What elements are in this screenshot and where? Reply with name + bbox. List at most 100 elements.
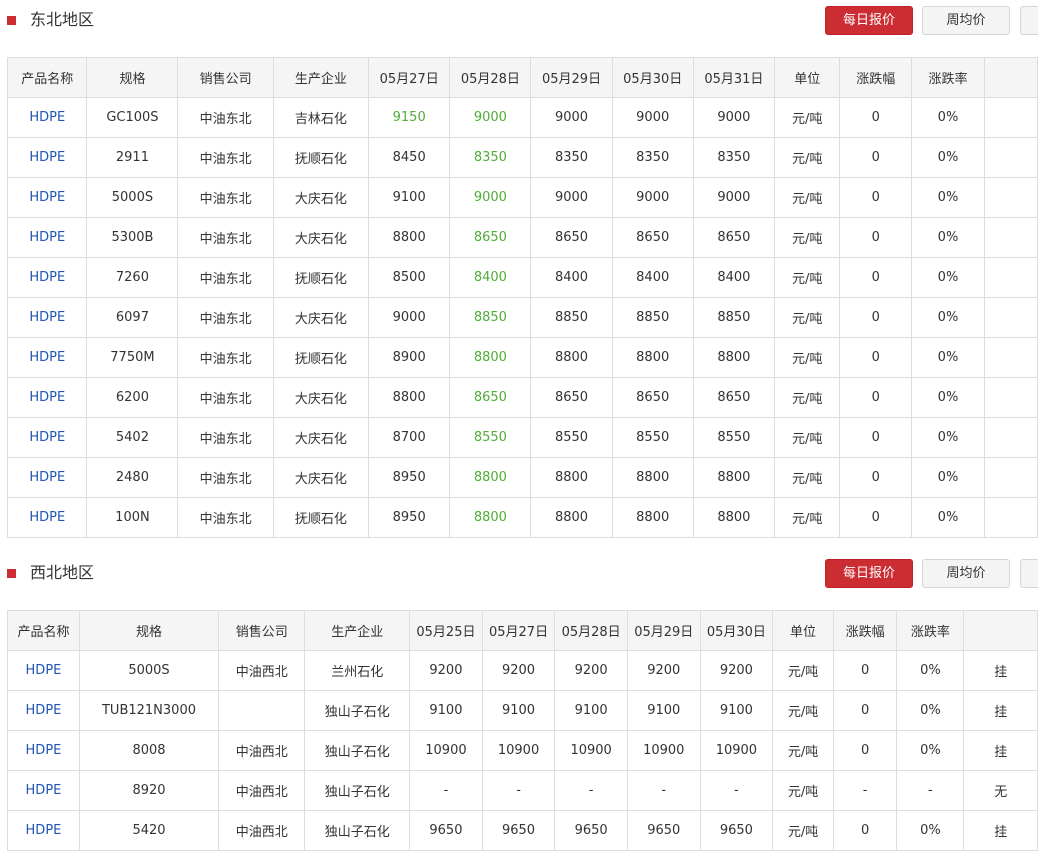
price-cell: 8450 xyxy=(368,137,451,178)
price-cell: 8850 xyxy=(692,297,775,338)
product-name-cell[interactable]: HDPE xyxy=(6,257,88,298)
price-cell: 9200 xyxy=(409,650,483,691)
price-cell: 9100 xyxy=(481,690,556,731)
price-cell: 9650 xyxy=(699,810,774,851)
daily-quote-button[interactable]: 每日报价 xyxy=(825,6,913,35)
price-cell: - xyxy=(699,770,774,811)
column-header: 销售公司 xyxy=(218,610,306,651)
section-title: 西北地区 xyxy=(30,563,95,582)
price-cell: 9100 xyxy=(409,690,483,731)
price-cell: 9650 xyxy=(554,810,628,851)
extra-cell: 挂 xyxy=(963,730,1038,771)
producer-cell: 大庆石化 xyxy=(272,417,370,458)
price-cell: - xyxy=(409,770,483,811)
change-rate-cell: 0% xyxy=(911,337,985,378)
price-cell: 9200 xyxy=(481,650,556,691)
sales-company-cell: 中油西北 xyxy=(218,730,306,771)
price-cell: 8800 xyxy=(449,337,532,378)
table-row: HDPE TUB121N3000 独山子石化 9100 9100 9100 9100 9100… xyxy=(7,690,1038,731)
price-cell: 10900 xyxy=(409,730,483,771)
change-cell: 0 xyxy=(832,810,898,851)
product-name-cell[interactable]: HDPE xyxy=(7,730,80,771)
price-cell: 8650 xyxy=(530,217,613,258)
product-name-cell[interactable]: HDPE xyxy=(6,177,88,218)
product-name-cell[interactable]: HDPE xyxy=(7,770,80,811)
extra-cell: 挂 xyxy=(963,690,1038,731)
more-button[interactable] xyxy=(1020,559,1038,588)
price-cell: 8350 xyxy=(692,137,775,178)
price-cell: 8800 xyxy=(530,497,613,538)
price-cell: 10900 xyxy=(554,730,628,771)
extra-cell: 挂 xyxy=(963,650,1038,691)
product-name-cell[interactable]: HDPE xyxy=(7,650,80,691)
price-cell: 8850 xyxy=(449,297,532,338)
more-button[interactable] xyxy=(1020,6,1038,35)
price-cell: 8800 xyxy=(611,457,694,498)
price-cell: 9100 xyxy=(368,177,451,218)
change-cell: 0 xyxy=(839,217,913,258)
extra-cell xyxy=(983,337,1038,378)
weekly-average-button[interactable]: 周均价 xyxy=(922,559,1010,588)
price-cell: 8700 xyxy=(368,417,451,458)
unit-cell: 元/吨 xyxy=(773,417,841,458)
spec-cell: TUB121N3000 xyxy=(78,690,220,731)
producer-cell: 大庆石化 xyxy=(272,177,370,218)
table-row: HDPE 6200 中油东北 大庆石化 8800 8650 8650 8650 8650 元/吨 0… xyxy=(6,377,1038,418)
product-name-cell[interactable]: HDPE xyxy=(6,217,88,258)
sales-company-cell: 中油西北 xyxy=(218,650,306,691)
change-cell: 0 xyxy=(839,457,913,498)
price-cell: 8400 xyxy=(611,257,694,298)
table-row: HDPE 5300B 中油东北 大庆石化 8800 8650 8650 8650 8650 元/吨… xyxy=(6,217,1038,258)
product-name-cell[interactable]: HDPE xyxy=(6,457,88,498)
change-rate-cell: 0% xyxy=(911,377,985,418)
price-cell: 9650 xyxy=(481,810,556,851)
section-header: 东北地区 每日报价 周均价 xyxy=(0,0,1038,40)
spec-cell: 7750M xyxy=(86,337,179,378)
unit-cell: 元/吨 xyxy=(773,257,841,298)
table-row: HDPE 100N 中油东北 抚顺石化 8950 8800 8800 8800 8800 元/吨 0… xyxy=(6,497,1038,538)
extra-cell xyxy=(983,457,1038,498)
price-table-wrap: 产品名称 规格 销售公司 生产企业 05月27日 05月28日 05月29日 05月30日 05… xyxy=(6,57,1038,538)
product-name-cell[interactable]: HDPE xyxy=(6,97,88,138)
extra-cell xyxy=(983,497,1038,538)
product-name-cell[interactable]: HDPE xyxy=(6,337,88,378)
spec-cell: 2480 xyxy=(86,457,179,498)
change-rate-cell: 0% xyxy=(896,810,965,851)
extra-cell: 挂 xyxy=(963,810,1038,851)
column-header: 05月28日 xyxy=(449,57,532,98)
product-name-cell[interactable]: HDPE xyxy=(6,417,88,458)
spec-cell: 6097 xyxy=(86,297,179,338)
product-name-cell[interactable]: HDPE xyxy=(6,497,88,538)
price-cell: 8650 xyxy=(692,217,775,258)
producer-cell: 抚顺石化 xyxy=(272,337,370,378)
section-title: 东北地区 xyxy=(30,10,95,29)
price-cell: 9000 xyxy=(692,177,775,218)
producer-cell: 独山子石化 xyxy=(304,690,411,731)
column-header: 05月27日 xyxy=(481,610,556,651)
sales-company-cell: 中油东北 xyxy=(177,217,274,258)
change-cell: 0 xyxy=(839,177,913,218)
product-name-cell[interactable]: HDPE xyxy=(7,810,80,851)
price-cell: 8900 xyxy=(368,337,451,378)
section-header: 西北地区 每日报价 周均价 xyxy=(0,553,1038,593)
product-name-cell[interactable]: HDPE xyxy=(6,137,88,178)
spec-cell: 5420 xyxy=(78,810,220,851)
table-row: HDPE 7750M 中油东北 抚顺石化 8900 8800 8800 8800 8800 元/吨… xyxy=(6,337,1038,378)
change-rate-cell: 0% xyxy=(911,177,985,218)
table-row: HDPE 7260 中油东北 抚顺石化 8500 8400 8400 8400 8400 元/吨 0… xyxy=(6,257,1038,298)
table-row: HDPE 5420 中油西北 独山子石化 9650 9650 9650 9650 9650 元/吨… xyxy=(7,810,1038,851)
price-cell: 8800 xyxy=(530,457,613,498)
sales-company-cell: 中油东北 xyxy=(177,97,274,138)
price-cell: 9000 xyxy=(611,177,694,218)
product-name-cell[interactable]: HDPE xyxy=(7,690,80,731)
daily-quote-button[interactable]: 每日报价 xyxy=(825,559,913,588)
unit-cell: 元/吨 xyxy=(773,297,841,338)
weekly-average-button[interactable]: 周均价 xyxy=(922,6,1010,35)
price-cell: 8550 xyxy=(611,417,694,458)
price-cell: 10900 xyxy=(481,730,556,771)
table-row: HDPE 2911 中油东北 抚顺石化 8450 8350 8350 8350 8350 元/吨 0… xyxy=(6,137,1038,178)
product-name-cell[interactable]: HDPE xyxy=(6,377,88,418)
change-rate-cell: 0% xyxy=(911,217,985,258)
product-name-cell[interactable]: HDPE xyxy=(6,297,88,338)
price-cell: 8800 xyxy=(368,377,451,418)
